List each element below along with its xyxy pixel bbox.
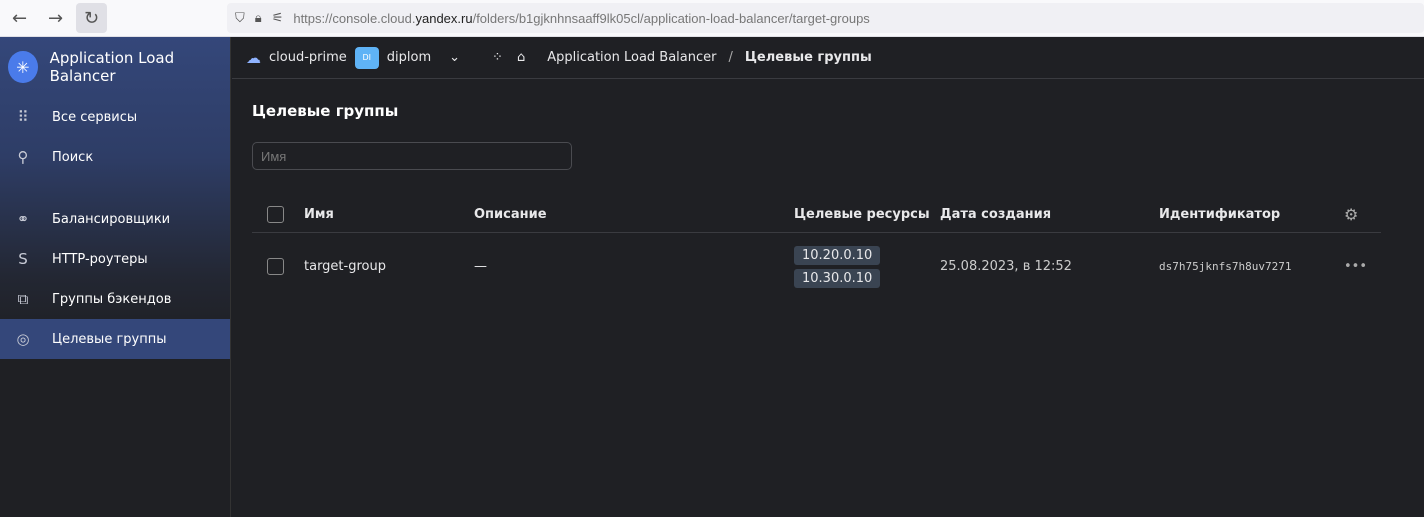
target-icon: ◎ bbox=[16, 330, 30, 348]
alb-logo-icon: ✳ bbox=[8, 51, 38, 83]
column-id[interactable]: Идентификатор bbox=[1159, 207, 1280, 222]
breadcrumb-current: Целевые группы bbox=[744, 50, 872, 65]
name-filter-input[interactable] bbox=[252, 142, 572, 170]
column-description[interactable]: Описание bbox=[474, 207, 547, 222]
topbar: ☁ cloud-prime DI diplom ⌄ ⁘ ⌂ Applicatio… bbox=[232, 37, 1424, 79]
sidebar-item-all-services[interactable]: ⠿ Все сервисы bbox=[0, 97, 230, 137]
table-header: Имя Описание Целевые ресурсы Дата создан… bbox=[252, 196, 1381, 233]
table-row[interactable]: target-group — 10.20.0.10 10.30.0.10 25.… bbox=[252, 233, 1381, 300]
url-path: /folders/b1gjknhnsaaff9lk05cl/applicatio… bbox=[472, 10, 870, 26]
cloud-name[interactable]: cloud-prime bbox=[269, 50, 347, 65]
route-icon: S bbox=[18, 250, 28, 268]
browser-toolbar: ← → ↻ ⛉ 🔒︎ ⚟ https://console.cloud.yande… bbox=[0, 0, 1424, 37]
column-name[interactable]: Имя bbox=[304, 207, 334, 222]
sidebar-item-target-groups[interactable]: ◎ Целевые группы bbox=[0, 319, 230, 359]
folder-badge: DI bbox=[354, 46, 379, 69]
sidebar-item-label: Балансировщики bbox=[52, 211, 171, 227]
search-icon: ⚲ bbox=[17, 148, 29, 166]
sidebar-item-label: Все сервисы bbox=[52, 109, 138, 125]
address-bar[interactable]: ⛉ 🔒︎ ⚟ https://console.cloud.yandex.ru/f… bbox=[227, 3, 1424, 33]
sidebar: ✳ Application Load Balancer ⠿ Все сервисы… bbox=[0, 37, 231, 517]
services-icon[interactable]: ⁘ bbox=[492, 50, 503, 65]
sidebar-item-search[interactable]: ⚲ Поиск bbox=[0, 137, 230, 177]
sidebar-item-label: Группы бэкендов bbox=[52, 291, 172, 307]
sidebar-item-backend-groups[interactable]: ⧉ Группы бэкендов bbox=[0, 279, 230, 319]
cubes-icon: ⧉ bbox=[17, 290, 29, 308]
grid-icon: ⠿ bbox=[17, 108, 29, 126]
sidebar-item-label: Поиск bbox=[52, 149, 94, 165]
folder-name[interactable]: diplom bbox=[387, 50, 431, 65]
sidebar-item-label: HTTP-роутеры bbox=[52, 251, 148, 267]
permissions-icon: ⚟ bbox=[271, 10, 284, 26]
column-resources[interactable]: Целевые ресурсы bbox=[794, 207, 930, 222]
home-icon[interactable]: ⌂ bbox=[517, 50, 525, 65]
resource-ip: 10.30.0.10 bbox=[794, 268, 881, 288]
more-actions-icon[interactable]: ••• bbox=[1344, 259, 1367, 274]
gear-icon[interactable]: ⚙ bbox=[1344, 205, 1358, 224]
page-title: Целевые группы bbox=[252, 102, 399, 120]
breadcrumb-separator: / bbox=[728, 50, 733, 65]
service-header[interactable]: ✳ Application Load Balancer bbox=[0, 37, 230, 97]
service-title: Application Load Balancer bbox=[49, 49, 175, 85]
back-button[interactable]: ← bbox=[4, 3, 35, 33]
row-description: — bbox=[474, 259, 487, 274]
column-created[interactable]: Дата создания bbox=[940, 207, 1051, 222]
row-created: 25.08.2023, в 12:52 bbox=[940, 259, 1072, 274]
hierarchy-icon: ⚭ bbox=[16, 210, 30, 228]
select-all-checkbox[interactable] bbox=[267, 205, 284, 223]
shield-icon: ⛉ bbox=[235, 10, 245, 26]
main-content: Целевые группы Имя Описание Целевые ресу… bbox=[252, 79, 1381, 300]
lock-icon: 🔒︎ bbox=[254, 10, 262, 26]
sidebar-item-balancers[interactable]: ⚭ Балансировщики bbox=[0, 199, 230, 239]
row-name[interactable]: target-group bbox=[304, 259, 386, 274]
url-domain: yandex.ru bbox=[415, 10, 473, 26]
row-checkbox[interactable] bbox=[267, 258, 284, 275]
sidebar-item-label: Целевые группы bbox=[52, 331, 167, 347]
cloud-icon: ☁ bbox=[246, 48, 261, 67]
resource-ip: 10.20.0.10 bbox=[794, 245, 881, 265]
row-id: ds7h75jknfs7h8uv7271 bbox=[1159, 260, 1292, 273]
breadcrumb-service[interactable]: Application Load Balancer bbox=[547, 50, 716, 65]
forward-button[interactable]: → bbox=[40, 3, 71, 33]
url-prefix: https://console.cloud. bbox=[293, 10, 416, 26]
sidebar-item-http-routers[interactable]: S HTTP-роутеры bbox=[0, 239, 230, 279]
chevron-down-icon[interactable]: ⌄ bbox=[449, 50, 460, 65]
reload-button[interactable]: ↻ bbox=[76, 3, 107, 33]
